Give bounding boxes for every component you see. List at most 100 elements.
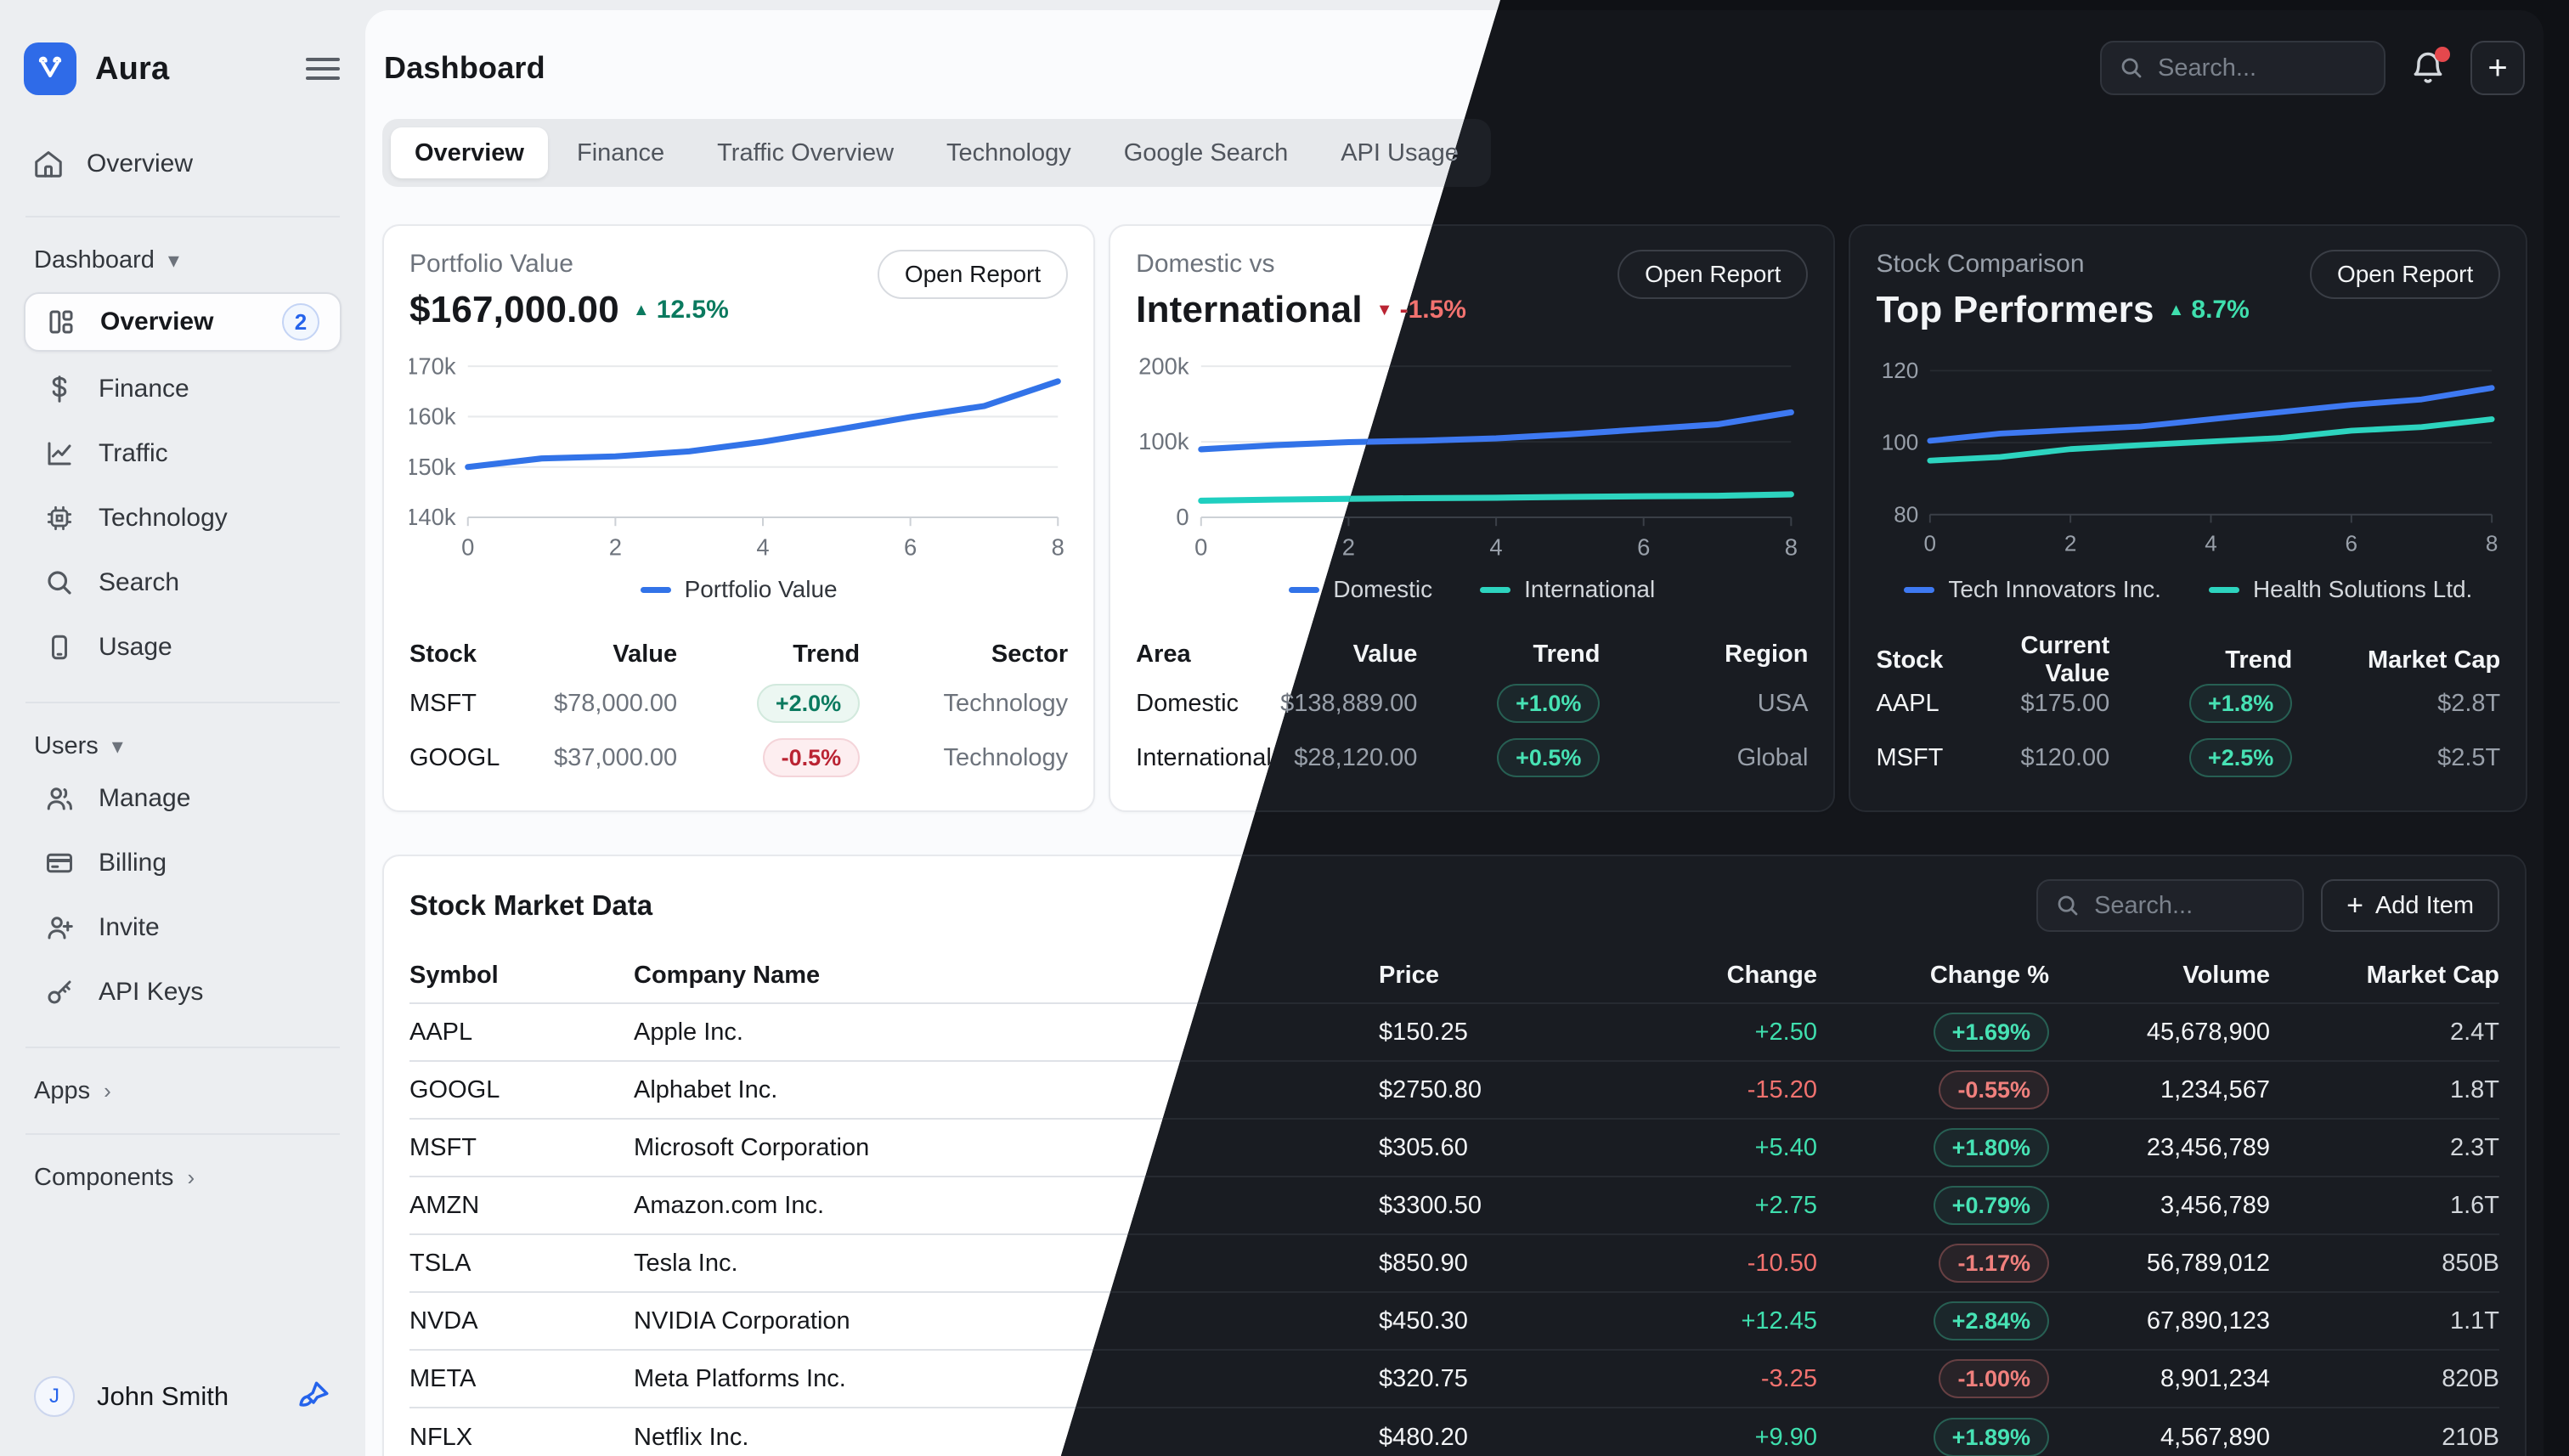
cell-trend: +2.5% xyxy=(2109,738,2292,777)
tab-overview[interactable]: Overview xyxy=(391,127,548,178)
sidebar-item-manage[interactable]: Manage xyxy=(24,766,342,831)
cell-name: International xyxy=(1136,744,1280,772)
table-row[interactable]: MSFT$78,000.00+2.0%Technology xyxy=(409,676,1068,731)
home-icon xyxy=(32,148,65,180)
tab-finance[interactable]: Finance xyxy=(553,127,688,178)
sidebar-item-label: Finance xyxy=(99,375,189,404)
key-icon xyxy=(44,977,75,1007)
chart-line-icon xyxy=(44,438,75,469)
section-users[interactable]: Users ▾ xyxy=(24,725,342,766)
sidebar-item-overview-home[interactable]: Overview xyxy=(24,134,342,194)
user-profile[interactable]: J John Smith xyxy=(24,1376,342,1417)
cell-change: -3.25 xyxy=(1709,1365,1817,1393)
line-chart: 1201008002468 xyxy=(1876,347,2500,571)
notifications-button[interactable] xyxy=(2409,48,2447,87)
column-header-price: Price xyxy=(1379,962,1709,990)
open-report-button[interactable]: Open Report xyxy=(2310,250,2500,299)
market-card-title: Stock Market Data xyxy=(409,889,652,922)
change-pct-pill: +1.69% xyxy=(1934,1013,2049,1052)
sidebar-item-usage[interactable]: Usage xyxy=(24,615,342,680)
open-report-button[interactable]: Open Report xyxy=(878,250,1068,299)
sidebar-item-search[interactable]: Search xyxy=(24,550,342,615)
card-heading: Stock ComparisonTop Performers▲8.7% xyxy=(1876,250,2249,331)
svg-text:8: 8 xyxy=(1785,534,1798,561)
hamburger-menu-icon[interactable] xyxy=(304,54,342,84)
svg-text:120: 120 xyxy=(1882,358,1919,383)
svg-text:200k: 200k xyxy=(1138,353,1189,379)
column-header: Value xyxy=(554,641,677,669)
cell-symbol: GOOGL xyxy=(409,1076,634,1104)
section-apps[interactable]: Apps › xyxy=(24,1070,342,1111)
table-search[interactable] xyxy=(2036,879,2304,932)
legend-swatch-teal xyxy=(2209,587,2239,593)
svg-text:2: 2 xyxy=(2064,530,2077,556)
sidebar-item-api-keys[interactable]: API Keys xyxy=(24,960,342,1024)
open-report-button[interactable]: Open Report xyxy=(1618,250,1808,299)
svg-text:150k: 150k xyxy=(409,454,456,480)
cell-change: +5.40 xyxy=(1709,1134,1817,1162)
global-search[interactable] xyxy=(2100,41,2386,95)
card-value-row: $167,000.00▲12.5% xyxy=(409,289,729,331)
column-header: Trend xyxy=(2109,646,2292,674)
avatar: J xyxy=(34,1376,75,1417)
delta-value: 8.7% xyxy=(2191,296,2249,324)
legend-label: Health Solutions Ltd. xyxy=(2253,576,2472,603)
svg-text:4: 4 xyxy=(1490,534,1503,561)
cell-change: +2.75 xyxy=(1709,1192,1817,1220)
table-row[interactable]: GOOGL$37,000.00-0.5%Technology xyxy=(409,731,1068,785)
section-dashboard[interactable]: Dashboard ▾ xyxy=(24,240,342,280)
card-label: Domestic vs xyxy=(1136,250,1466,279)
cell-symbol: NVDA xyxy=(409,1307,634,1335)
tab-technology[interactable]: Technology xyxy=(923,127,1095,178)
search-input[interactable] xyxy=(2158,54,2367,82)
sidebar-item-label: Traffic xyxy=(99,439,168,468)
cell-price: $305.60 xyxy=(1379,1134,1709,1162)
sidebar-item-billing[interactable]: Billing xyxy=(24,831,342,895)
table-row[interactable]: AAPL$175.00+1.8%$2.8T xyxy=(1876,676,2500,731)
section-components[interactable]: Components › xyxy=(24,1157,342,1198)
column-header: Region xyxy=(1600,641,1808,669)
svg-text:0: 0 xyxy=(1177,504,1189,530)
cell-symbol: TSLA xyxy=(409,1250,634,1278)
table-search-input[interactable] xyxy=(2094,892,2285,920)
cell-market-cap: 820B xyxy=(2270,1365,2499,1393)
sidebar-item-label: Technology xyxy=(99,504,228,533)
card-header: Stock ComparisonTop Performers▲8.7% Open … xyxy=(1876,250,2500,331)
svg-text:80: 80 xyxy=(1894,501,1919,527)
change-pct-pill: +2.84% xyxy=(1934,1301,2049,1340)
tab-traffic-overview[interactable]: Traffic Overview xyxy=(693,127,918,178)
column-header-market-cap: Market Cap xyxy=(2270,962,2499,990)
cell-price: $2750.80 xyxy=(1379,1076,1709,1104)
cell-price: $150.25 xyxy=(1379,1019,1709,1047)
cell-symbol: META xyxy=(409,1365,634,1393)
cell-symbol: MSFT xyxy=(409,1134,634,1162)
svg-text:8: 8 xyxy=(1052,534,1064,561)
sidebar-item-invite[interactable]: Invite xyxy=(24,895,342,960)
chevron-right-icon: › xyxy=(187,1165,195,1191)
tab-google-search[interactable]: Google Search xyxy=(1100,127,1312,178)
cell-market-cap: 1.1T xyxy=(2270,1307,2499,1335)
legend-swatch-blue xyxy=(1904,587,1934,593)
add-item-button[interactable]: + Add Item xyxy=(2321,879,2499,932)
chart-container: 170k160k150k140k02468 xyxy=(409,347,1068,571)
change-pct-pill: +1.89% xyxy=(1934,1418,2049,1456)
legend-item: International xyxy=(1480,576,1655,603)
chart-legend: Portfolio Value xyxy=(409,576,1068,603)
legend-swatch-blue xyxy=(641,587,671,593)
cell-volume: 45,678,900 xyxy=(2049,1019,2270,1047)
mini-table-header: StockValueTrendSector xyxy=(409,632,1068,676)
sidebar-item-overview[interactable]: Overview2 xyxy=(24,292,342,352)
svg-text:100k: 100k xyxy=(1138,428,1189,454)
sidebar-item-traffic[interactable]: Traffic xyxy=(24,421,342,486)
add-button[interactable]: + xyxy=(2470,41,2525,95)
legend-label: International xyxy=(1524,576,1655,603)
table-row[interactable]: MSFT$120.00+2.5%$2.5T xyxy=(1876,731,2500,785)
cell-extra: Global xyxy=(1600,744,1808,772)
column-header-volume: Volume xyxy=(2049,962,2270,990)
market-controls: + Add Item xyxy=(2036,879,2499,932)
sidebar-item-finance[interactable]: Finance xyxy=(24,357,342,421)
sidebar-divider xyxy=(25,1047,340,1048)
theme-brush-icon[interactable] xyxy=(296,1379,331,1414)
sidebar-item-technology[interactable]: Technology xyxy=(24,486,342,550)
cell-change-pct: +1.89% xyxy=(1817,1418,2049,1456)
